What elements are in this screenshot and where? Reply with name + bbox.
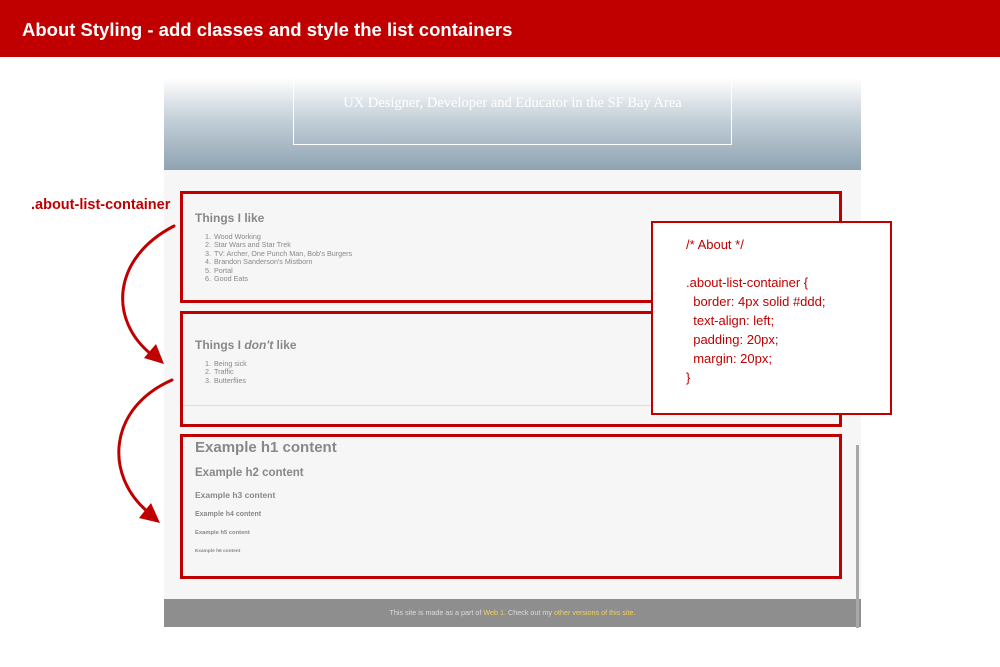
curved-arrow-icon <box>121 224 176 364</box>
code-line: padding: 20px; <box>686 332 779 347</box>
code-line: .about-list-container { <box>686 275 809 290</box>
code-line: } <box>686 370 691 385</box>
code-line: margin: 20px; <box>686 351 772 366</box>
code-line: /* About */ <box>686 237 744 252</box>
code-line: text-align: left; <box>686 313 775 328</box>
code-line: border: 4px solid #ddd; <box>686 294 826 309</box>
curved-arrow-icon <box>117 378 174 523</box>
css-code-callout: /* About */ .about-list-container { bord… <box>651 221 892 415</box>
